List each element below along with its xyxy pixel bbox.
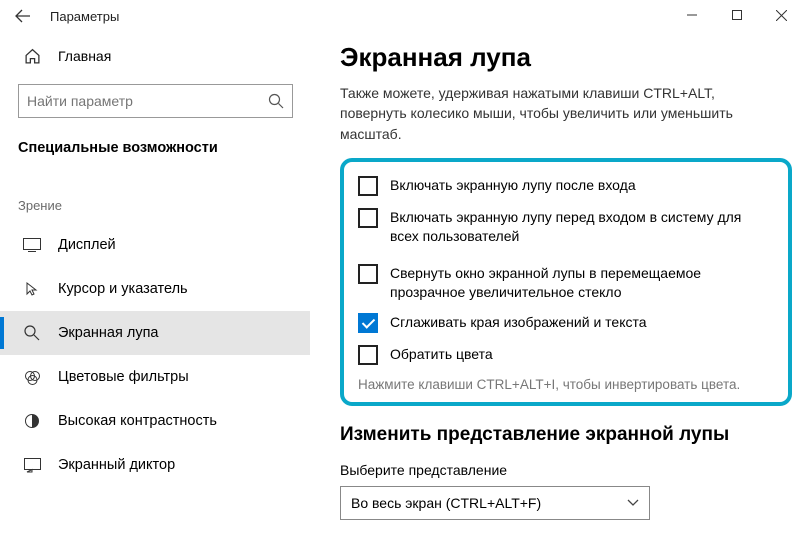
view-section-heading: Изменить представление экранной лупы (340, 424, 792, 446)
content-area: Экранная лупа Также можете, удерживая на… (310, 32, 804, 552)
options-highlight-box: Включать экранную лупу после входа Включ… (340, 158, 792, 407)
checkbox-row[interactable]: Обратить цвета (358, 345, 774, 365)
window-title: Параметры (50, 9, 119, 24)
sidebar-item-label: Экранный диктор (58, 457, 175, 473)
sidebar-item-label: Экранная лупа (58, 325, 158, 341)
checkbox-row[interactable]: Включать экранную лупу после входа (358, 176, 774, 196)
minimize-icon (687, 10, 697, 20)
maximize-icon (732, 10, 742, 20)
window-controls (669, 0, 804, 30)
sidebar: Главная Специальные возможности Зрение Д… (0, 32, 310, 552)
sidebar-item-narrator[interactable]: Экранный диктор (18, 443, 298, 487)
checkbox-collapse-to-glass[interactable] (358, 264, 378, 284)
dropdown-value: Во весь экран (CTRL+ALT+F) (351, 495, 541, 511)
search-icon (268, 93, 284, 109)
search-field[interactable] (27, 93, 268, 109)
home-label: Главная (58, 48, 111, 64)
checkbox-label: Обратить цвета (390, 345, 493, 364)
sidebar-item-label: Дисплей (58, 237, 116, 253)
back-button[interactable] (10, 3, 36, 29)
magnifier-icon (22, 325, 42, 341)
sidebar-category: Специальные возможности (18, 140, 298, 156)
view-dropdown[interactable]: Во весь экран (CTRL+ALT+F) (340, 486, 650, 520)
chevron-down-icon (627, 499, 639, 507)
search-input[interactable] (18, 84, 293, 118)
checkbox-start-after-signin[interactable] (358, 176, 378, 196)
home-nav[interactable]: Главная (18, 38, 298, 74)
checkbox-label: Сглаживать края изображений и текста (390, 313, 647, 332)
invert-hint: Нажмите клавиши CTRL+ALT+I, чтобы инверт… (358, 377, 774, 392)
view-field-label: Выберите представление (340, 462, 792, 478)
page-title: Экранная лупа (340, 42, 792, 73)
sidebar-item-high-contrast[interactable]: Высокая контрастность (18, 399, 298, 443)
sidebar-group-label: Зрение (18, 198, 298, 213)
narrator-icon (22, 458, 42, 473)
maximize-button[interactable] (714, 0, 759, 30)
display-icon (22, 238, 42, 252)
checkbox-row[interactable]: Включать экранную лупу перед входом в си… (358, 208, 774, 246)
checkbox-start-before-signin[interactable] (358, 208, 378, 228)
checkbox-label: Включать экранную лупу после входа (390, 176, 636, 195)
checkbox-smooth-edges[interactable] (358, 313, 378, 333)
sidebar-item-label: Цветовые фильтры (58, 369, 189, 385)
color-filter-icon (22, 369, 42, 386)
sidebar-item-label: Курсор и указатель (58, 281, 188, 297)
checkbox-label: Свернуть окно экранной лупы в перемещаем… (390, 264, 774, 302)
sidebar-item-color-filters[interactable]: Цветовые фильтры (18, 355, 298, 399)
home-icon (22, 48, 42, 65)
close-button[interactable] (759, 0, 804, 30)
close-icon (776, 10, 787, 21)
page-subtitle: Также можете, удерживая нажатыми клавиши… (340, 83, 760, 144)
minimize-button[interactable] (669, 0, 714, 30)
checkbox-row[interactable]: Сглаживать края изображений и текста (358, 313, 774, 333)
cursor-icon (22, 281, 42, 297)
contrast-icon (22, 413, 42, 429)
sidebar-item-label: Высокая контрастность (58, 413, 217, 429)
checkbox-row[interactable]: Свернуть окно экранной лупы в перемещаем… (358, 264, 774, 302)
sidebar-item-magnifier[interactable]: Экранная лупа (0, 311, 310, 355)
titlebar: Параметры (0, 0, 804, 32)
checkbox-label: Включать экранную лупу перед входом в си… (390, 208, 774, 246)
sidebar-item-display[interactable]: Дисплей (18, 223, 298, 267)
sidebar-item-cursor[interactable]: Курсор и указатель (18, 267, 298, 311)
checkbox-invert-colors[interactable] (358, 345, 378, 365)
arrow-left-icon (15, 8, 31, 24)
